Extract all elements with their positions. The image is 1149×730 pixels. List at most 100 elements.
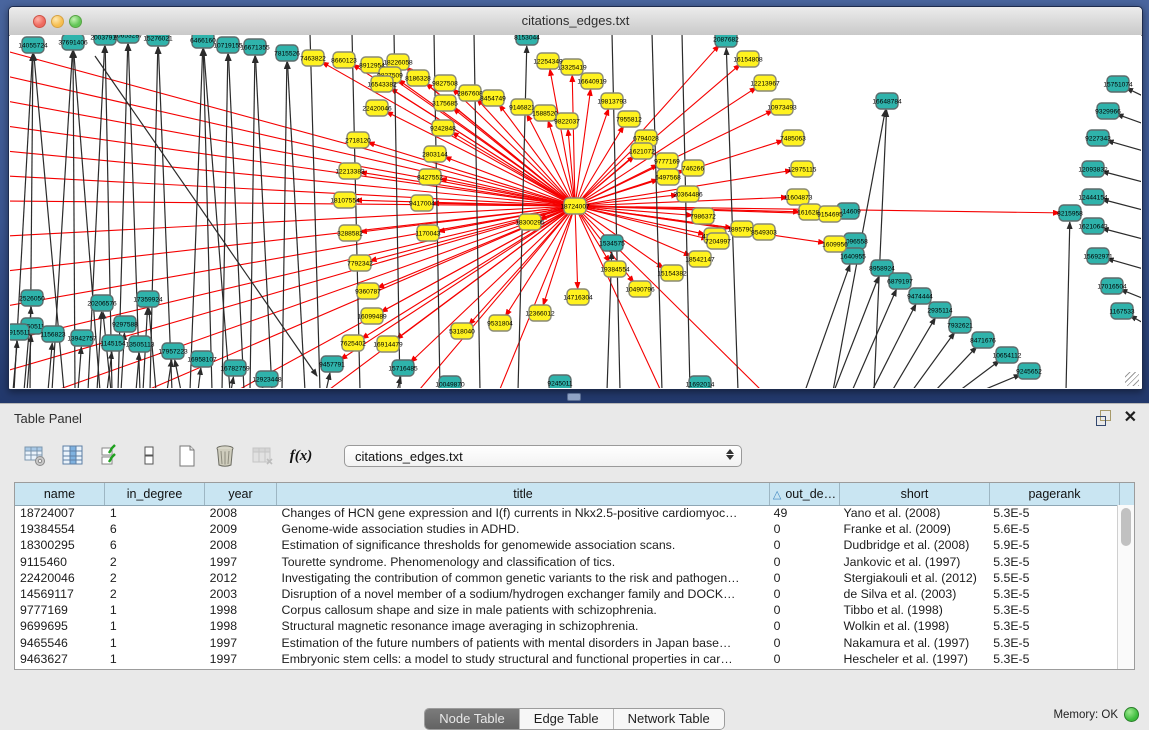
citation-edge-red[interactable] xyxy=(10,206,575,371)
citation-edge-black[interactable] xyxy=(874,110,887,388)
graph-node[interactable]: 14716304 xyxy=(563,289,593,305)
table-row[interactable]: 969969511998Structural magnetic resonanc… xyxy=(15,618,1118,634)
graph-node[interactable]: 3915511 xyxy=(10,324,31,340)
citation-edge-red[interactable] xyxy=(575,206,578,289)
graph-node[interactable]: 2087682 xyxy=(713,35,739,47)
graph-node[interactable]: 9474444 xyxy=(907,288,933,304)
graph-node[interactable]: 12213383 xyxy=(335,163,365,179)
tab-network-table[interactable]: Network Table xyxy=(614,709,724,729)
table-row[interactable]: 1456911722003Disruption of a novel membe… xyxy=(15,586,1118,602)
graph-node[interactable]: 1170043 xyxy=(415,225,441,241)
citation-network-graph[interactable]: 1872400714055724376914062003791210653287… xyxy=(10,35,1141,388)
graph-node[interactable]: 11692014 xyxy=(686,376,715,388)
citation-edge-black[interactable] xyxy=(231,377,233,388)
table-row[interactable]: 2242004622012Investigating the contribut… xyxy=(15,570,1118,586)
citation-edge-black[interactable] xyxy=(834,276,879,388)
graph-node[interactable]: 19384554 xyxy=(600,261,630,277)
memory-ok-icon[interactable] xyxy=(1124,707,1139,722)
citation-edge-black[interactable] xyxy=(222,54,228,388)
citation-edge-black[interactable] xyxy=(198,368,201,388)
graph-node[interactable]: 1534575 xyxy=(599,235,625,251)
graph-node[interactable]: 8186328 xyxy=(405,70,431,86)
graph-node[interactable]: 18300295 xyxy=(515,214,545,230)
graph-node[interactable]: 16782759 xyxy=(220,360,250,376)
graph-node[interactable]: 15751074 xyxy=(1103,76,1133,92)
graph-node[interactable]: 10973493 xyxy=(767,99,797,115)
graph-node[interactable]: 9329966 xyxy=(1095,103,1121,119)
graph-node[interactable]: 9777169 xyxy=(654,153,680,169)
citation-edge-black[interactable] xyxy=(175,360,181,388)
table-row[interactable]: 1938455462009Genome-wide association stu… xyxy=(15,521,1118,537)
graph-node[interactable]: 2526050 xyxy=(19,290,45,306)
citation-edge-black[interactable] xyxy=(959,360,1000,388)
citation-edge-black[interactable] xyxy=(158,47,172,388)
table-row[interactable]: 946362711997Embryonic stem cells: a mode… xyxy=(15,651,1118,667)
network-canvas[interactable]: 1872400714055724376914062003791210653287… xyxy=(10,35,1141,388)
tab-edge-table[interactable]: Edge Table xyxy=(520,709,614,729)
delete-icon[interactable] xyxy=(212,443,238,469)
citation-edge-black[interactable] xyxy=(726,48,738,388)
citation-edge-black[interactable] xyxy=(1107,140,1141,152)
graph-node[interactable]: 15154382 xyxy=(657,265,687,281)
graph-node[interactable]: 10653287 xyxy=(113,35,143,43)
graph-node[interactable]: 6497568 xyxy=(655,169,681,185)
graph-node[interactable]: 8427552 xyxy=(417,169,443,185)
graph-node[interactable]: 12366012 xyxy=(525,305,555,321)
table-settings-icon[interactable] xyxy=(22,443,48,469)
graph-node[interactable]: 7932621 xyxy=(947,317,973,333)
graph-node[interactable]: 9154695 xyxy=(817,206,843,222)
graph-node[interactable]: 8471676 xyxy=(970,332,996,348)
graph-node[interactable]: 2718120 xyxy=(345,132,371,148)
graph-node[interactable]: 2803144 xyxy=(422,146,448,162)
window-resize-grip[interactable] xyxy=(1125,372,1139,386)
function-builder-icon[interactable]: f(x) xyxy=(288,443,314,469)
tab-node-table[interactable]: Node Table xyxy=(425,709,520,729)
graph-node[interactable]: 16099489 xyxy=(357,308,387,324)
graph-node[interactable]: 7463822 xyxy=(300,50,326,66)
column-header-short[interactable]: short xyxy=(840,483,990,505)
network-window-titlebar[interactable]: citations_edges.txt xyxy=(9,7,1142,36)
citation-edge-black[interactable] xyxy=(652,35,662,388)
graph-node[interactable]: 8454749 xyxy=(480,90,506,106)
new-file-icon[interactable] xyxy=(174,443,200,469)
graph-node[interactable]: 17957223 xyxy=(158,343,188,359)
table-row[interactable]: 1872400712008Changes of HCN gene express… xyxy=(15,505,1118,521)
graph-node[interactable]: 6879197 xyxy=(887,273,913,289)
graph-node[interactable]: 20364486 xyxy=(673,186,703,202)
select-columns-icon[interactable] xyxy=(98,443,124,469)
table-row[interactable]: 977716911998Corpus callosum shape and si… xyxy=(15,602,1118,618)
citation-edge-black[interactable] xyxy=(310,35,320,388)
citation-edge-black[interactable] xyxy=(228,54,244,388)
citation-edge-black[interactable] xyxy=(250,56,255,388)
graph-node[interactable]: 10654112 xyxy=(993,347,1022,363)
column-header-out_de[interactable]: △out_de… xyxy=(770,483,840,505)
graph-node[interactable]: 8215958 xyxy=(1057,205,1083,221)
graph-node[interactable]: 10490796 xyxy=(625,281,655,297)
table-row[interactable]: 946554611997Estimation of the future num… xyxy=(15,635,1118,651)
graph-node[interactable]: 1156823 xyxy=(40,326,66,342)
graph-node[interactable]: 9457791 xyxy=(319,356,345,372)
citation-edge-red[interactable] xyxy=(575,89,591,206)
graph-node[interactable]: 16958107 xyxy=(187,351,217,367)
graph-node[interactable]: 16640919 xyxy=(577,73,607,89)
citation-edge-black[interactable] xyxy=(892,318,935,388)
graph-node[interactable]: 9245652 xyxy=(1016,363,1042,379)
close-panel-icon[interactable]: ✕ xyxy=(1124,410,1137,425)
graph-node[interactable]: 16648784 xyxy=(872,93,902,109)
network-view-window[interactable]: citations_edges.txt 18724007140557243769… xyxy=(8,6,1143,390)
citation-edge-black[interactable] xyxy=(282,62,287,388)
graph-node[interactable]: 5318040 xyxy=(449,323,475,339)
graph-node[interactable]: 16914479 xyxy=(373,336,403,352)
column-header-in_degree[interactable]: in_degree xyxy=(105,483,205,505)
graph-node[interactable]: 9822037 xyxy=(554,113,580,129)
graph-node[interactable]: 10049870 xyxy=(435,376,465,388)
graph-node[interactable]: 6466160 xyxy=(190,35,216,48)
graph-node[interactable]: 9531804 xyxy=(487,315,513,331)
graph-node[interactable]: 9242848 xyxy=(430,120,456,136)
graph-node[interactable]: 3175685 xyxy=(432,95,458,111)
citation-edge-black[interactable] xyxy=(326,373,330,388)
citation-edge-black[interactable] xyxy=(682,35,690,388)
column-header-name[interactable]: name xyxy=(15,483,105,505)
graph-node[interactable]: 7955812 xyxy=(616,111,642,127)
graph-node[interactable]: 9227343 xyxy=(1085,130,1111,146)
